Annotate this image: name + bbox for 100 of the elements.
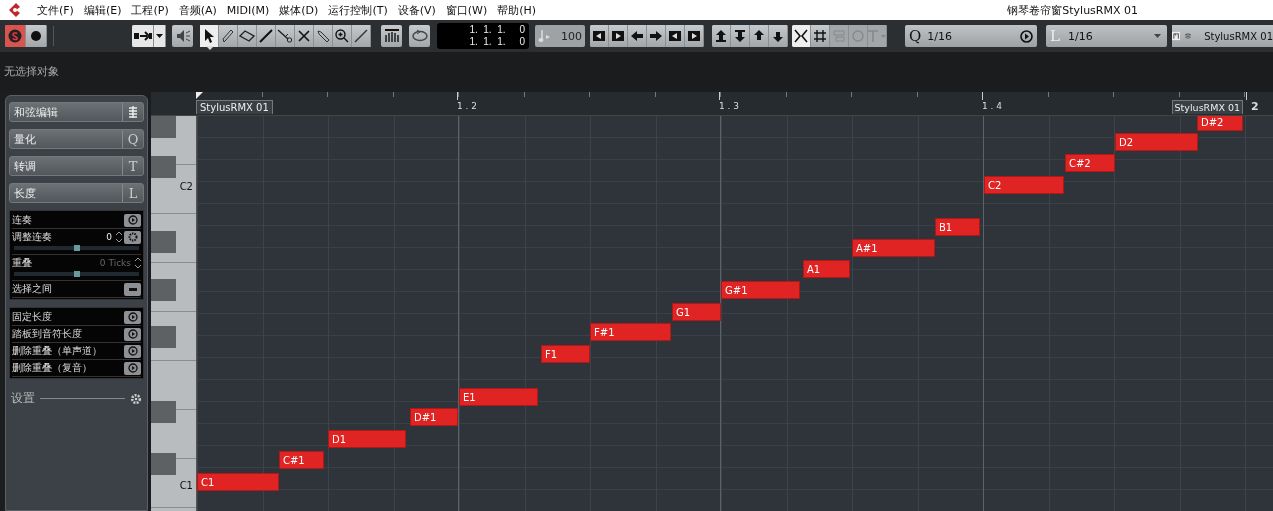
- toggle-button[interactable]: [124, 282, 141, 296]
- menu-item[interactable]: 工程(P): [131, 2, 169, 18]
- solo-button[interactable]: [5, 25, 26, 47]
- menu-item[interactable]: 帮助(H): [497, 2, 537, 18]
- zoom-tool-button[interactable]: [314, 25, 333, 47]
- step-input-button[interactable]: [381, 25, 402, 47]
- timeline-ruler[interactable]: StylusRMX 01 1 . 2 1 . 3 1 . 4 StylusRMX 01 2: [151, 92, 1273, 116]
- midi-note[interactable]: F1: [541, 345, 590, 363]
- midi-note[interactable]: D2: [1115, 133, 1198, 151]
- inspector-section-button[interactable]: 量化 Q: [9, 129, 144, 149]
- midi-note[interactable]: G#1: [721, 281, 800, 299]
- mute-tool-button[interactable]: [295, 25, 314, 47]
- snap-icon: [794, 29, 808, 43]
- snap-button[interactable]: [792, 25, 811, 47]
- midi-note[interactable]: D1: [328, 430, 406, 448]
- midi-note[interactable]: C#2: [1065, 154, 1115, 172]
- play-circle-icon: [127, 363, 138, 373]
- arrow-tool-button[interactable]: [200, 25, 219, 47]
- apply-button[interactable]: [124, 361, 141, 375]
- block-icon: [832, 29, 846, 43]
- menu-item[interactable]: 编辑(E): [83, 2, 122, 18]
- transport-button[interactable]: [647, 25, 666, 47]
- t-shape-icon: [867, 29, 887, 43]
- menu-item[interactable]: 窗口(W): [445, 2, 488, 18]
- note-icon: [538, 29, 552, 43]
- nudge-button[interactable]: [712, 25, 731, 47]
- midi-note[interactable]: F#1: [590, 323, 671, 341]
- bar-number: 1 . 2: [457, 101, 478, 111]
- solo-icon: [8, 29, 22, 43]
- midi-note[interactable]: B1: [935, 218, 980, 236]
- record-icon: [30, 30, 42, 42]
- grid-icon: [813, 29, 827, 43]
- grid-button[interactable]: [811, 25, 830, 47]
- apply-button[interactable]: [124, 310, 141, 324]
- apply-button[interactable]: [124, 213, 141, 227]
- value-spinner[interactable]: 0: [106, 232, 112, 242]
- transport-button[interactable]: [609, 25, 628, 47]
- nudge-button[interactable]: [731, 25, 750, 47]
- menu-item[interactable]: 运行控制(T): [328, 2, 388, 18]
- left-arrow-icon: [631, 31, 643, 41]
- nudge-button[interactable]: [750, 25, 769, 47]
- selection-info: 无选择对象: [4, 63, 59, 79]
- midi-note[interactable]: C#1: [279, 451, 324, 469]
- spin-arrows-icon[interactable]: [135, 257, 141, 269]
- transport-button[interactable]: [685, 25, 704, 47]
- speaker-button[interactable]: [172, 25, 193, 47]
- eraser-tool-button[interactable]: [238, 25, 257, 47]
- apply-button[interactable]: [124, 327, 141, 341]
- right-arrow-icon: [650, 31, 662, 41]
- option-label: 连奏: [12, 213, 33, 227]
- slider-track[interactable]: [14, 272, 139, 276]
- spin-arrows-icon[interactable]: [116, 231, 122, 243]
- length-field[interactable]: L 1/16: [1046, 25, 1167, 47]
- menu-item[interactable]: 设备(V): [397, 2, 436, 18]
- slider-thumb[interactable]: [73, 245, 80, 251]
- apply-button[interactable]: [124, 344, 141, 358]
- transport-button[interactable]: [590, 25, 609, 47]
- slider-track[interactable]: [14, 246, 139, 250]
- glue-tool-button[interactable]: [276, 25, 295, 47]
- midi-note[interactable]: C1: [197, 473, 279, 491]
- line-tool-button[interactable]: [352, 25, 371, 47]
- knife-tool-button[interactable]: [257, 25, 276, 47]
- pointer-icon: [203, 29, 215, 43]
- transport-button[interactable]: [666, 25, 685, 47]
- settings-icon[interactable]: [130, 392, 142, 405]
- settings-label: 设置: [11, 390, 35, 407]
- position-readout: 1. 1. 1. 0: [469, 36, 525, 48]
- midi-note[interactable]: C2: [984, 176, 1064, 194]
- menu-item[interactable]: 媒体(D): [279, 2, 319, 18]
- nudge-button[interactable]: [769, 25, 788, 47]
- transport-button[interactable]: [628, 25, 647, 47]
- auto-select-button[interactable]: [132, 25, 154, 47]
- marker-right-icon: [612, 31, 624, 41]
- midi-note[interactable]: D#2: [1197, 116, 1243, 131]
- inspector-section-button[interactable]: 和弦编辑: [9, 102, 144, 122]
- midi-note[interactable]: G1: [672, 303, 721, 321]
- midi-note[interactable]: A#1: [852, 239, 935, 257]
- window-title: 钢琴卷帘窗StylusRMX 01: [1007, 2, 1138, 18]
- track-selector[interactable]: StylusRMX 01: [1172, 25, 1273, 47]
- magnifier-tool-button[interactable]: [333, 25, 352, 47]
- menu-item[interactable]: 音频(A): [178, 2, 217, 18]
- midi-note[interactable]: D#1: [410, 408, 458, 426]
- down-arrow-icon: [734, 29, 746, 43]
- scissors-icon: [277, 29, 293, 43]
- key-label: C2: [179, 181, 193, 192]
- settings-button[interactable]: [124, 230, 141, 244]
- inspector-section-button[interactable]: 转调 T: [9, 156, 144, 176]
- pencil-tool-button[interactable]: [219, 25, 238, 47]
- menu-item[interactable]: 文件(F): [37, 2, 74, 18]
- velocity-field[interactable]: 100: [535, 25, 585, 47]
- midi-note[interactable]: E1: [459, 388, 538, 406]
- dropdown-button[interactable]: [154, 25, 166, 47]
- record-button[interactable]: [26, 25, 47, 47]
- inspector-section-button[interactable]: 长度 L: [9, 183, 144, 203]
- menu-item[interactable]: MIDI(M): [226, 3, 270, 17]
- loop-icon: [410, 29, 429, 43]
- midi-note[interactable]: A1: [803, 260, 850, 278]
- loop-button[interactable]: [409, 25, 430, 47]
- quantize-field[interactable]: Q 1/16: [905, 25, 1037, 47]
- option-label: 重叠: [12, 256, 33, 270]
